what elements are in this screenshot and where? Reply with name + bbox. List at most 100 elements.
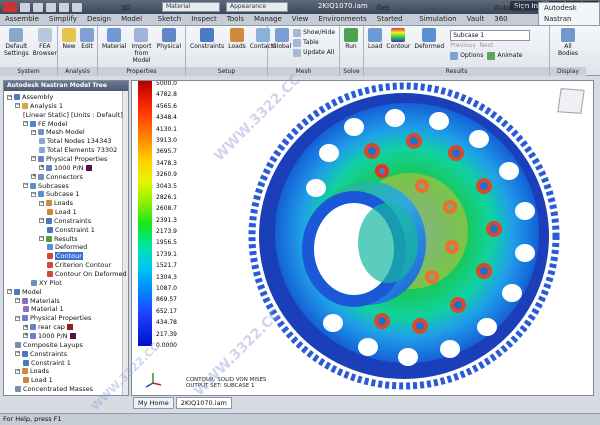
expand-toggle-icon[interactable]: − [15,368,20,374]
tree-node-label: Loads [54,199,73,208]
expand-toggle-icon[interactable]: − [31,129,36,135]
tree-node[interactable]: − Physical Properties [31,155,107,163]
expand-toggle-icon[interactable]: − [23,121,28,127]
tree-node[interactable]: Constraint 1 [23,359,71,367]
tree-node[interactable]: Contour [47,252,83,261]
material-dropdown[interactable]: Material [162,2,220,12]
tree-node[interactable]: XY Plot [31,279,62,287]
expand-toggle-icon[interactable]: − [15,298,20,304]
tab-manage[interactable]: Manage [249,14,287,25]
tab-simplify[interactable]: Simplify [44,14,82,25]
show-hide-button[interactable]: Show/Hide [293,28,335,38]
model-tree[interactable]: − Assembly − Analysis 1 [Linear Static] [Uni… [4,91,128,395]
tree-node[interactable]: − Subcase 1 [31,190,80,198]
tree-node[interactable]: Deformed [47,243,87,251]
tree-node[interactable]: − Model [7,288,42,296]
tree-node[interactable]: Load 1 [47,208,77,216]
tree-node[interactable]: − Physical Properties [15,314,91,322]
solve-group-label: Solve [340,67,363,76]
tree-node[interactable]: Material 1 [23,305,64,313]
tree-node-label: Contour [55,252,83,261]
document-title: 2KIQ1070.iam [318,2,368,10]
graphics-viewport[interactable]: 5000.0 4782.8 4565.6 4348.4 4130.1 3913.0 3695… [131,80,594,396]
animate-button[interactable]: Animate [487,51,522,61]
document-tab[interactable]: My Home [133,396,174,409]
tab-tools[interactable]: Tools [222,14,249,25]
tree-node[interactable]: − Subcases [23,182,69,190]
expand-toggle-icon[interactable]: + [23,324,28,330]
tree-node[interactable]: − FE Model [23,120,67,128]
tree-node[interactable]: +1000 P/N [23,332,76,340]
tree-node[interactable]: − Loads [39,199,73,207]
expand-toggle-icon[interactable]: − [31,156,36,162]
subcase-select[interactable]: Subcase 1 [450,30,531,41]
tree-node-label: [Linear Static] [Units : Default] [23,110,123,119]
open-file-icon[interactable] [33,2,43,12]
tree-node[interactable]: + rear cap [23,323,73,331]
tree-node[interactable]: Composite Layups [15,341,83,349]
options-button[interactable]: Options [450,51,483,61]
tree-node[interactable]: − Loads [15,367,49,375]
table-button[interactable]: Table [293,38,335,48]
tab-inspect[interactable]: Inspect [186,14,222,25]
new-file-icon[interactable] [20,2,30,12]
tree-node[interactable]: Load 1 [23,376,53,384]
update-all-button[interactable]: Update All [293,48,335,58]
tree-node[interactable]: Total Nodes 134343 [39,137,111,145]
mesh-icon [274,28,289,42]
next-button[interactable]: Next [480,41,494,51]
tab-view[interactable]: View [287,14,314,25]
viewcube-icon[interactable] [557,88,585,114]
tree-node[interactable]: Constraint 1 [47,226,95,234]
tree-node-label: Contour On Deformed [55,270,127,278]
tab-vault[interactable]: Vault [462,14,490,25]
expand-toggle-icon[interactable]: − [15,103,20,109]
tab-get-started[interactable]: Get Started [372,3,415,25]
expand-toggle-icon[interactable]: − [39,236,44,242]
tab-assemble[interactable]: Assemble [0,14,44,25]
tree-node[interactable]: − Materials [15,297,60,305]
expand-toggle-icon[interactable]: − [39,200,44,206]
expand-toggle-icon[interactable]: + [31,174,36,180]
tree-node[interactable]: − Assembly [7,93,53,101]
tree-node[interactable]: + Connectors [31,173,83,181]
tree-node[interactable]: Criterion Contour [47,261,111,269]
tree-node[interactable]: Contour On Deformed [47,270,127,278]
expand-toggle-icon[interactable]: − [15,351,20,357]
tree-node[interactable]: [Linear Static] [Units : Default] [23,111,123,119]
app-menu-icon[interactable] [3,2,17,12]
load-icon [47,209,53,216]
expand-toggle-icon[interactable]: − [23,183,28,188]
document-tab[interactable]: 2KIQ1070.iam [175,396,232,409]
tab-autodesk-360[interactable]: Autodesk 360 [489,3,538,25]
tree-node[interactable]: − Results [39,235,77,243]
tab-environments[interactable]: Environments [313,14,371,25]
tree-node[interactable]: − Constraints [15,350,67,358]
tab-3d-model[interactable]: 3D Model [116,3,153,25]
expand-toggle-icon[interactable]: + [39,165,44,171]
expand-toggle-icon[interactable]: + [23,333,28,339]
save-icon[interactable] [46,2,56,12]
tree-node-label: Results [54,234,78,243]
tree-node[interactable]: Concentrated Masses [15,385,93,393]
redo-icon[interactable] [72,2,82,12]
tab-autodesk-nastran[interactable]: Autodesk Nastran [537,2,600,25]
expand-toggle-icon[interactable]: − [7,94,12,100]
expand-toggle-icon[interactable]: − [15,315,20,321]
tree-node[interactable]: − Mesh Model [31,128,85,136]
constraint-icon [200,28,215,42]
tree-node[interactable]: − Analysis 1 [15,102,63,110]
expand-toggle-icon[interactable]: − [31,191,36,197]
tab-sketch[interactable]: Sketch [153,14,187,25]
previous-button[interactable]: Previous [450,41,475,51]
expand-toggle-icon[interactable]: − [7,289,12,295]
tree-node[interactable]: +1000 P/N [39,164,92,172]
undo-icon[interactable] [59,2,69,12]
tab-simulation[interactable]: Simulation [414,14,461,25]
appearance-dropdown[interactable]: Appearance [226,2,288,12]
tree-node[interactable]: Total Elements 73302 [39,146,117,154]
tab-design[interactable]: Design [82,14,116,25]
tree-scrollbar[interactable] [122,91,128,395]
expand-toggle-icon[interactable]: − [39,218,44,224]
tree-node[interactable]: − Constraints [39,217,91,225]
